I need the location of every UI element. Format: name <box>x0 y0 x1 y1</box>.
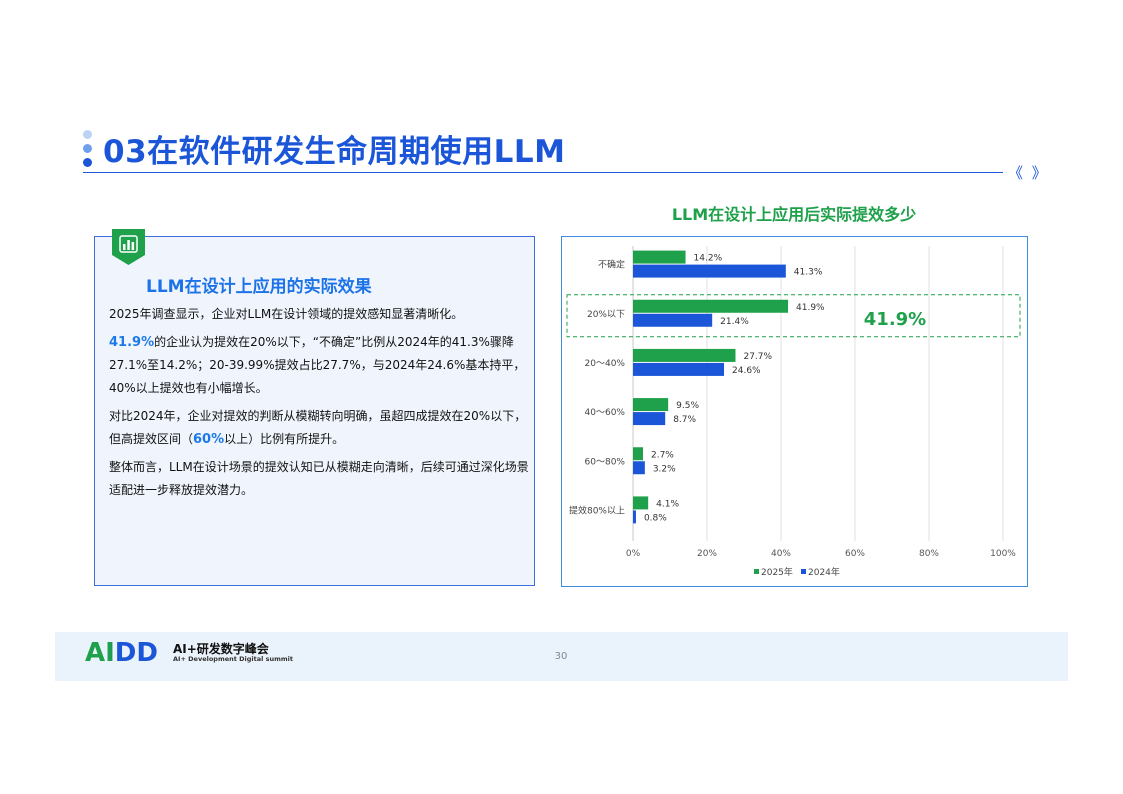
highlight-label: 41.9% <box>864 309 926 330</box>
bar-chart: 0% 20% 40% 60% 80% 100% 41.9% 不确定 14.2% 41.3% 20%以… <box>566 246 1021 578</box>
logo-subtitle: AI+ Development Digital summit <box>173 655 293 663</box>
data-label: 41.9% <box>796 303 825 313</box>
bar-2025 <box>633 348 736 362</box>
x-tick-label: 60% <box>845 549 865 559</box>
logo-wordmark: AIDD <box>85 638 158 666</box>
data-label: 27.7% <box>743 352 772 362</box>
highlight-value: 41.9% <box>109 335 155 350</box>
bar-2024 <box>633 313 713 327</box>
category-label: 60～80% <box>585 457 626 467</box>
bar-2025 <box>633 496 649 510</box>
chevron-nav-icon: 《 》 <box>1008 164 1049 182</box>
legend-swatch <box>754 569 759 574</box>
page-title: 03在软件研发生命周期使用LLM <box>103 134 566 170</box>
title-bullet-dots <box>83 130 93 170</box>
data-label: 14.2% <box>694 254 723 264</box>
aidd-logo: AIDD <box>85 638 158 666</box>
data-label: 9.5% <box>676 401 699 411</box>
category-label: 提效80%以上 <box>569 504 625 516</box>
x-tick-label: 100% <box>990 549 1016 559</box>
bar-2024 <box>633 362 725 376</box>
chart-title: LLM在设计上应用后实际提效多少 <box>671 205 917 224</box>
paragraph-distribution: 41.9%的企业认为提效在20%以下，“不确定”比例从2024年的41.3%骤降… <box>109 335 526 395</box>
bar-2025 <box>633 250 686 264</box>
legend-label: 2025年 <box>761 566 793 578</box>
bar-2024 <box>633 264 786 278</box>
bar-2024 <box>633 510 636 524</box>
data-label: 0.8% <box>644 513 667 523</box>
x-tick-label: 0% <box>626 549 641 559</box>
paragraph-survey: 2025年调查显示，企业对LLM在设计领域的提效感知显著清晰化。 <box>109 307 464 321</box>
bar-2025 <box>633 447 643 461</box>
category-label: 不确定 <box>598 259 625 271</box>
data-label: 24.6% <box>732 366 761 376</box>
bar-chart-icon <box>112 229 145 265</box>
panel-heading: LLM在设计上应用的实际效果 <box>146 277 372 297</box>
title-divider <box>83 172 1003 173</box>
legend-label: 2024年 <box>808 566 840 578</box>
bar-2024 <box>633 461 645 475</box>
category-label: 20～40% <box>585 359 626 369</box>
data-label: 21.4% <box>720 317 749 327</box>
x-tick-label: 40% <box>771 549 791 559</box>
x-tick-label: 20% <box>697 549 717 559</box>
page-number: 30 <box>554 651 568 662</box>
category-label: 20%以下 <box>587 310 625 320</box>
data-label: 8.7% <box>673 415 696 425</box>
bar-2025 <box>633 398 669 412</box>
highlight-value: 60% <box>193 432 225 447</box>
bar-2024 <box>633 412 666 426</box>
panel-body: 2025年调查显示，企业对LLM在设计领域的提效感知显著清晰化。 41.9%的企… <box>109 303 529 507</box>
data-label: 2.7% <box>651 450 674 460</box>
paragraph-comparison: 对比2024年，企业对提效的判断从模糊转向明确，虽超四成提效在20%以下，但高提… <box>109 409 527 447</box>
category-label: 40～60% <box>585 408 626 418</box>
paragraph-summary: 整体而言，LLM在设计场景的提效认知已从模糊走向清晰，后续可通过深化场景适配进一… <box>109 460 529 497</box>
bar-2025 <box>633 299 789 313</box>
x-tick-label: 80% <box>919 549 939 559</box>
data-label: 4.1% <box>656 499 679 509</box>
data-label: 41.3% <box>794 268 823 278</box>
data-label: 3.2% <box>653 464 676 474</box>
legend-swatch <box>801 569 806 574</box>
